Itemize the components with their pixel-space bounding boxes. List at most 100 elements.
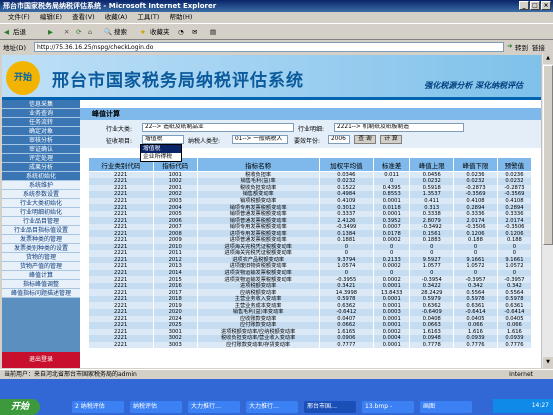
column-header: 峰值下限 (453, 157, 498, 172)
sidebar-item-business-query[interactable]: 业务查询 (2, 109, 80, 118)
sidebar-item-industry-category-init[interactable]: 行业大类初始化 (2, 199, 80, 208)
search-icon[interactable]: 🔍 (104, 27, 112, 38)
minimize-button[interactable]: _ (519, 1, 529, 10)
maximize-button[interactable]: □ (530, 1, 540, 10)
table-cell: 2221 (88, 341, 154, 349)
sidebar-item-industry-indicator-values[interactable]: 行业品目指标值设置 (2, 226, 80, 235)
sidebar-item-assessment[interactable]: 评定处理 (2, 154, 80, 163)
banner-slogan: 强化税源分析 深化纳税评估 (424, 81, 523, 90)
year-input[interactable]: 2006 (328, 135, 350, 144)
back-button-label[interactable]: 后退 (13, 27, 26, 38)
home-icon[interactable]: ⌂ (88, 27, 92, 38)
query-button[interactable]: 查 询 (354, 135, 376, 144)
back-icon[interactable]: ◀ (4, 27, 9, 38)
taskbar-item[interactable]: 13.bmp - (362, 401, 414, 413)
sidebar-item-verify-confirm[interactable]: 审证确认 (2, 145, 80, 154)
window-title: 邢台市国家税务局纳税评估系统 - Microsoft Internet Expl… (3, 2, 217, 10)
dropdown-option[interactable]: 增值税 (141, 145, 181, 153)
forward-icon[interactable]: ▶ (48, 27, 53, 38)
taskbar-item[interactable]: 画图 (420, 401, 472, 413)
taskbar-item[interactable]: 邢台市国… (304, 401, 356, 413)
sidebar-item-industry-items[interactable]: 行业品目管理 (2, 217, 80, 226)
scroll-up-icon[interactable]: ▲ (543, 53, 553, 64)
tax-item-dropdown: 增值税 企业所得税 (140, 144, 182, 162)
status-bar: 当前用户：来自河北省邢台市国家税务局的admin Internet (0, 369, 553, 379)
sidebar-item-task-flow[interactable]: 任务流转 (2, 118, 80, 127)
mail-icon[interactable]: ✉ (192, 27, 197, 38)
sidebar-item-determine-object[interactable]: 确定对象 (2, 127, 80, 136)
table-cell: 应付账款变动率/存货变动率 (197, 341, 320, 349)
menu-help[interactable]: 帮助(H) (170, 13, 193, 21)
sidebar-item-peak-issue-desc[interactable]: 峰值指标问题描述管理 (2, 289, 80, 298)
menu-favorites[interactable]: 收藏(A) (105, 13, 128, 21)
links-label[interactable]: 链接 (532, 42, 545, 52)
dropdown-option[interactable]: 企业所得税 (141, 153, 181, 161)
table-cell: 0.7776 (453, 341, 498, 349)
taskbar: 开始 2 纳税评估 纳税评估 大力推行… 大力推行… 邢台市国… 13.bmp … (0, 379, 553, 415)
table-cell: 0.7777 (319, 341, 374, 349)
sidebar-item-peak-adjust[interactable]: 指标峰值调整 (2, 280, 80, 289)
go-button[interactable]: 转到 (515, 42, 528, 52)
table-cell: 0.0001 (373, 341, 411, 349)
address-input[interactable]: http://75.36.16.25/nspg/checkLogin.do (34, 42, 504, 52)
scrollbar-thumb[interactable] (543, 65, 553, 245)
industry-label: 行业大类: (106, 126, 133, 133)
favorites-icon[interactable]: ★ (140, 27, 146, 38)
calculate-button[interactable]: 计 算 (380, 135, 402, 144)
close-button[interactable]: × (541, 1, 551, 10)
go-icon[interactable]: ➜ (507, 42, 512, 50)
search-button-label[interactable]: 搜索 (114, 27, 127, 38)
sidebar-item-peak-calc[interactable]: 峰值计算 (2, 271, 80, 280)
refresh-icon[interactable]: ⟳ (76, 27, 81, 38)
table-cell: 0.7778 (409, 341, 455, 349)
history-icon[interactable]: ◔ (178, 27, 184, 38)
sidebar-item-review-analysis[interactable]: 审核分析 (2, 136, 80, 145)
taskbar-item[interactable]: 大力推行… (246, 401, 298, 413)
stop-icon[interactable]: ✕ (64, 27, 69, 38)
taskbar-item[interactable]: 纳税评估 (130, 401, 182, 413)
sidebar-item-system-params[interactable]: 系统参数设置 (2, 190, 80, 199)
banner: 开始 邢台市国家税务局纳税评估系统 强化税源分析 深化纳税评估 (2, 55, 541, 100)
menu-tools[interactable]: 工具(T) (137, 13, 159, 21)
column-header: 指标名称 (196, 157, 320, 172)
scroll-down-icon[interactable]: ▼ (543, 357, 553, 368)
system-title: 邢台市国家税务局纳税评估系统 (52, 71, 304, 91)
vertical-scrollbar[interactable]: ▲ ▼ (541, 53, 553, 368)
menu-edit[interactable]: 编辑(E) (40, 13, 62, 21)
sidebar-item-invoice-category-settings[interactable]: 发票类别种类的设置 (2, 244, 80, 253)
taskbar-item[interactable]: 2 纳税评估 (72, 401, 124, 413)
tax-item-select[interactable]: 增值税 (142, 135, 184, 144)
sidebar-item-info-collection[interactable]: 信息采集 (2, 100, 80, 109)
menu-view[interactable]: 查看(V) (72, 13, 95, 21)
sidebar-item-system-maintenance[interactable]: 系统维护 (2, 181, 80, 190)
start-button[interactable]: 开始 (0, 399, 40, 415)
sidebar-item-goods-output[interactable]: 货物产值的管理 (2, 262, 80, 271)
industry-detail-select[interactable]: 2221--> 机制纸及纸板制造 (334, 123, 464, 132)
taxpayer-type-label: 纳税人类型: (188, 138, 221, 145)
sidebar-item-goods[interactable]: 货物的管理 (2, 253, 80, 262)
column-header: 标准差 (372, 157, 411, 172)
sidebar-item-industry-detail-init[interactable]: 行业明细初始化 (2, 208, 80, 217)
taxpayer-type-select[interactable]: 01--> 一般纳税人 (232, 135, 288, 144)
sidebar-item-invoice-types[interactable]: 发票种类的管理 (2, 235, 80, 244)
taskbar-item[interactable]: 大力推行… (188, 401, 240, 413)
menu-file[interactable]: 文件(F) (8, 13, 30, 21)
address-label: 地址(D) (3, 44, 27, 52)
main-content: 峰值计算 行业大类: 22--> 造纸及纸制品业 行业明细: 2221--> 机… (80, 100, 541, 368)
status-text: 当前用户：来自河北省邢台市国家税务局的admin (4, 371, 137, 378)
sidebar-item-system-init[interactable]: 系统初始化 (2, 172, 80, 181)
taskbar-clock: 14:27 (493, 399, 553, 413)
year-label: 要效年份: (294, 138, 321, 145)
industry-detail-label: 行业明细: (298, 126, 325, 133)
table-row[interactable]: 2221 3003 应付账款变动率/存货变动率 0.7777 0.0001 0.7778 0… (88, 341, 533, 349)
section-title: 峰值计算 (80, 108, 541, 120)
logout-button[interactable]: 退出登录 (2, 352, 80, 368)
print-icon[interactable]: ▤ (210, 27, 216, 38)
favorites-button-label[interactable]: 收藏夹 (150, 27, 170, 38)
peak-value-table: 行业类别代码 指标代码 指标名称 加权平均值 标准差 峰值上限 峰值下限 预警值 2221 10… (88, 157, 533, 349)
industry-select[interactable]: 22--> 造纸及纸制品业 (142, 123, 294, 132)
tax-item-label: 征收项目: (106, 138, 133, 145)
sidebar: 信息采集 业务查询 任务流转 确定对象 审核分析 审证确认 评定处理 成果分析 … (2, 100, 80, 368)
sidebar-item-result-analysis[interactable]: 成果分析 (2, 163, 80, 172)
toolbar: ◀ 后退 ▶ ✕ ⟳ ⌂ 🔍 搜索 ★ 收藏夹 ◔ ✉ ▤ (0, 23, 553, 40)
